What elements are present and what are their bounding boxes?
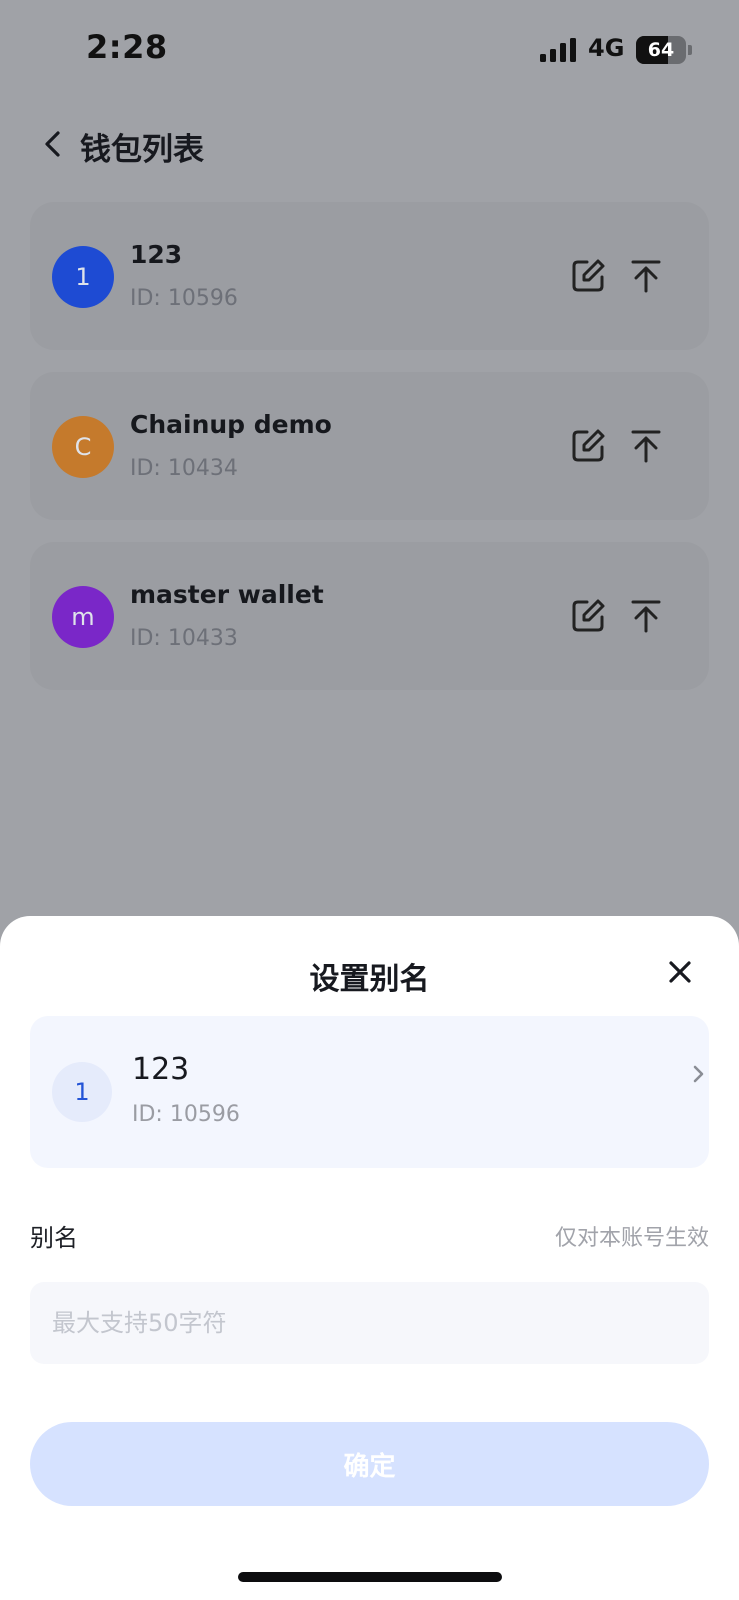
wallet-id: ID: 10433 (130, 626, 238, 651)
battery-level-text: 64 (647, 39, 675, 61)
selected-wallet-id: ID: 10596 (132, 1102, 240, 1127)
edit-icon (572, 599, 605, 632)
signal-icon (540, 38, 576, 62)
confirm-button[interactable]: 确定 (30, 1422, 709, 1506)
selected-wallet-name: 123 (132, 1052, 190, 1087)
home-indicator (238, 1572, 502, 1582)
pin-to-top-button[interactable] (626, 426, 666, 466)
chevron-left-icon (45, 131, 60, 157)
battery-icon: 64 (636, 36, 692, 64)
set-alias-sheet: 设置别名 1 123 ID: 10596 别名 仅对本账号生效 确定 (0, 916, 739, 1600)
wallet-avatar: 1 (52, 246, 114, 308)
battery-cap (688, 45, 692, 55)
wallet-id: ID: 10434 (130, 456, 238, 481)
wallet-list: 1 123 ID: 10596 C Chainup demo ID: 10434 (30, 202, 709, 712)
alias-input[interactable] (30, 1282, 709, 1364)
wallet-list-screen: 2:28 4G 64 钱包列表 1 123 ID: 10596 C Chainu… (0, 0, 739, 1600)
pin-to-top-button[interactable] (626, 256, 666, 296)
edit-alias-button[interactable] (568, 256, 608, 296)
pin-to-top-button[interactable] (626, 596, 666, 636)
wallet-card[interactable]: 1 123 ID: 10596 (30, 202, 709, 350)
edit-icon (572, 429, 605, 462)
wallet-name: 123 (130, 240, 183, 269)
wallet-id: ID: 10596 (130, 286, 238, 311)
close-button[interactable] (664, 956, 696, 988)
alias-label: 别名 (30, 1224, 78, 1252)
network-label: 4G (588, 34, 625, 62)
battery-body: 64 (636, 36, 686, 64)
pin-to-top-icon (631, 260, 661, 293)
nav-header: 钱包列表 (0, 112, 739, 176)
wallet-avatar: m (52, 586, 114, 648)
status-bar: 2:28 4G 64 (0, 0, 739, 96)
wallet-name: Chainup demo (130, 410, 332, 439)
alias-hint: 仅对本账号生效 (554, 1226, 709, 1251)
chevron-right-icon (693, 1065, 704, 1083)
wallet-card[interactable]: m master wallet ID: 10433 (30, 542, 709, 690)
pin-to-top-icon (631, 430, 661, 463)
wallet-avatar: C (52, 416, 114, 478)
edit-alias-button[interactable] (568, 426, 608, 466)
selected-wallet-avatar: 1 (52, 1062, 112, 1122)
close-icon (669, 961, 691, 983)
wallet-card[interactable]: C Chainup demo ID: 10434 (30, 372, 709, 520)
pin-to-top-icon (631, 600, 661, 633)
edit-icon (572, 259, 605, 292)
sheet-title: 设置别名 (309, 962, 430, 997)
edit-alias-button[interactable] (568, 596, 608, 636)
page-title: 钱包列表 (80, 132, 204, 168)
wallet-name: master wallet (130, 580, 324, 609)
selected-wallet-row[interactable]: 1 123 ID: 10596 (30, 1016, 709, 1168)
status-time: 2:28 (86, 28, 168, 66)
back-button[interactable] (34, 124, 74, 164)
